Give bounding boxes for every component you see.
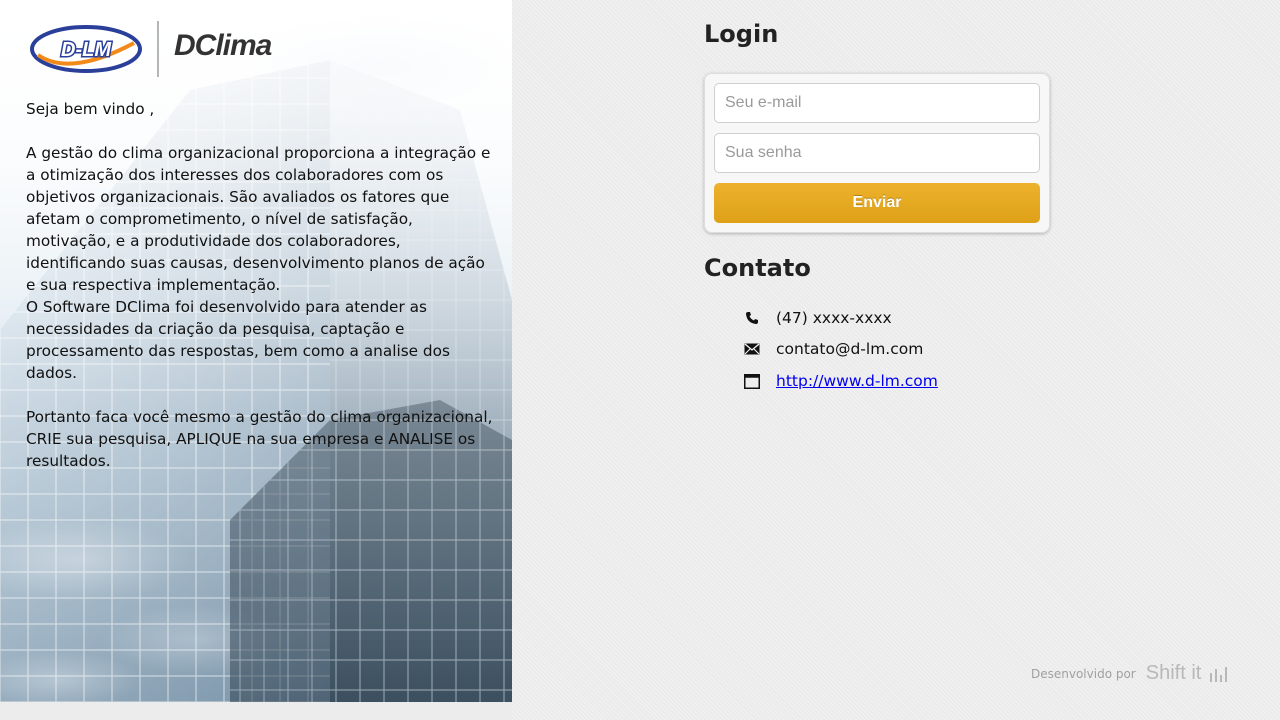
phone-icon — [744, 310, 760, 326]
footer-credit: Desenvolvido por Shift it — [1031, 662, 1229, 685]
intro-paragraph-3: Portanto faca você mesmo a gestão do cli… — [26, 408, 493, 470]
email-field[interactable] — [714, 83, 1040, 123]
login-title: Login — [704, 20, 779, 48]
website-link[interactable]: http://www.d-lm.com — [776, 372, 938, 390]
login-form: Enviar — [704, 73, 1050, 233]
intro-paragraph-1: A gestão do clima organizacional proporc… — [26, 144, 491, 294]
email-address: contato@d-lm.com — [776, 340, 924, 358]
logo-separator — [157, 21, 159, 77]
contact-phone: (47) xxxx-xxxx — [744, 307, 892, 329]
dlm-logo: D-LM — [30, 25, 142, 73]
password-field[interactable] — [714, 133, 1040, 173]
bars-icon — [1210, 666, 1228, 682]
contact-website: http://www.d-lm.com — [744, 370, 938, 392]
phone-number: (47) xxxx-xxxx — [776, 309, 892, 327]
envelope-icon — [744, 341, 760, 357]
greeting: Seja bem vindo , — [26, 100, 155, 118]
intro-paragraph-2: O Software DClima foi desenvolvido para … — [26, 298, 450, 382]
developer-brand[interactable]: Shift it — [1146, 662, 1202, 685]
intro-text: Seja bem vindo , A gestão do clima organ… — [26, 98, 496, 472]
developed-by-label: Desenvolvido por — [1031, 666, 1136, 681]
welcome-panel: D-LM DClima Seja bem vindo , A gestão do… — [0, 0, 512, 702]
product-name: DClima — [174, 29, 272, 62]
browser-window-icon — [744, 373, 760, 389]
brand-logo: D-LM DClima — [30, 21, 290, 77]
submit-button[interactable]: Enviar — [714, 183, 1040, 223]
contact-email: contato@d-lm.com — [744, 338, 923, 360]
dlm-logo-text: D-LM — [61, 39, 112, 61]
bottom-strip — [0, 702, 512, 720]
contact-title: Contato — [704, 254, 811, 282]
